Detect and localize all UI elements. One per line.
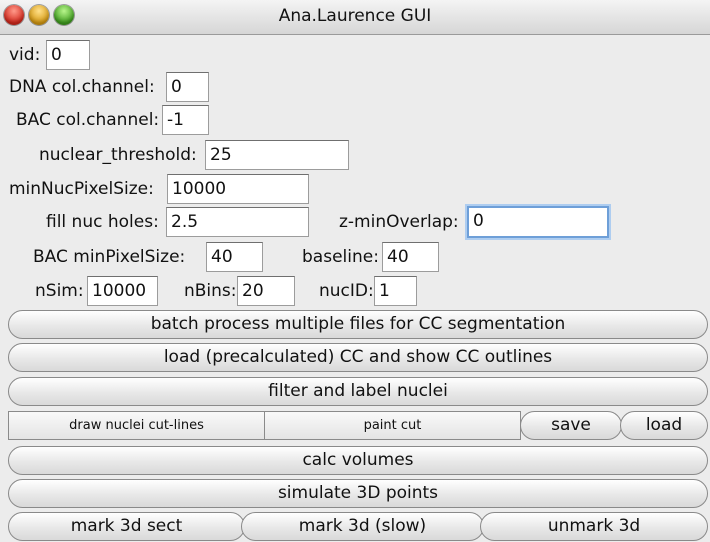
bac-channel-field[interactable]: -1: [162, 105, 209, 135]
calc-volumes-button[interactable]: calc volumes: [8, 446, 708, 475]
dna-channel-field[interactable]: 0: [166, 72, 209, 102]
unmark-3d-button[interactable]: unmark 3d: [480, 512, 708, 541]
nucid-field[interactable]: 1: [374, 276, 417, 306]
vid-label: vid:: [9, 45, 41, 65]
filter-label-nuclei-button[interactable]: filter and label nuclei: [8, 377, 708, 406]
load-cc-button[interactable]: load (precalculated) CC and show CC outl…: [8, 343, 708, 372]
fill-nuc-holes-label: fill nuc holes:: [46, 212, 159, 232]
save-button[interactable]: save: [520, 411, 622, 440]
simulate-3d-points-button[interactable]: simulate 3D points: [8, 479, 708, 508]
mark-3d-slow-button[interactable]: mark 3d (slow): [241, 512, 484, 541]
z-min-overlap-label: z-minOverlap:: [339, 212, 459, 232]
vid-field[interactable]: 0: [46, 40, 90, 70]
bac-min-pixel-size-field[interactable]: 40: [206, 242, 263, 272]
min-nuc-pixel-size-field[interactable]: 10000: [167, 174, 309, 204]
window-title: Ana.Laurence GUI: [278, 6, 432, 26]
nuclear-threshold-label: nuclear_threshold:: [39, 145, 197, 165]
baseline-label: baseline:: [302, 247, 379, 267]
title-bar: Ana.Laurence GUI: [0, 0, 710, 35]
bac-channel-label: BAC col.channel:: [16, 110, 160, 130]
z-min-overlap-field[interactable]: 0: [467, 206, 609, 238]
nbins-label: nBins:: [184, 281, 237, 301]
nsim-field[interactable]: 10000: [87, 276, 158, 306]
mark-3d-sect-button[interactable]: mark 3d sect: [8, 512, 245, 541]
fill-nuc-holes-field[interactable]: 2.5: [166, 207, 309, 237]
nbins-field[interactable]: 20: [237, 276, 295, 306]
baseline-field[interactable]: 40: [382, 242, 439, 272]
load-button[interactable]: load: [620, 411, 708, 440]
min-nuc-pixel-size-label: minNucPixelSize:: [9, 179, 154, 199]
paint-cut-button[interactable]: paint cut: [264, 411, 521, 440]
bac-min-pixel-size-label: BAC minPixelSize:: [33, 247, 186, 267]
draw-cut-lines-button[interactable]: draw nuclei cut-lines: [8, 411, 265, 440]
dna-channel-label: DNA col.channel:: [9, 77, 155, 97]
nsim-label: nSim:: [35, 281, 84, 301]
nucid-label: nucID:: [319, 281, 374, 301]
nuclear-threshold-field[interactable]: 25: [205, 140, 349, 170]
batch-process-button[interactable]: batch process multiple files for CC segm…: [8, 310, 708, 339]
